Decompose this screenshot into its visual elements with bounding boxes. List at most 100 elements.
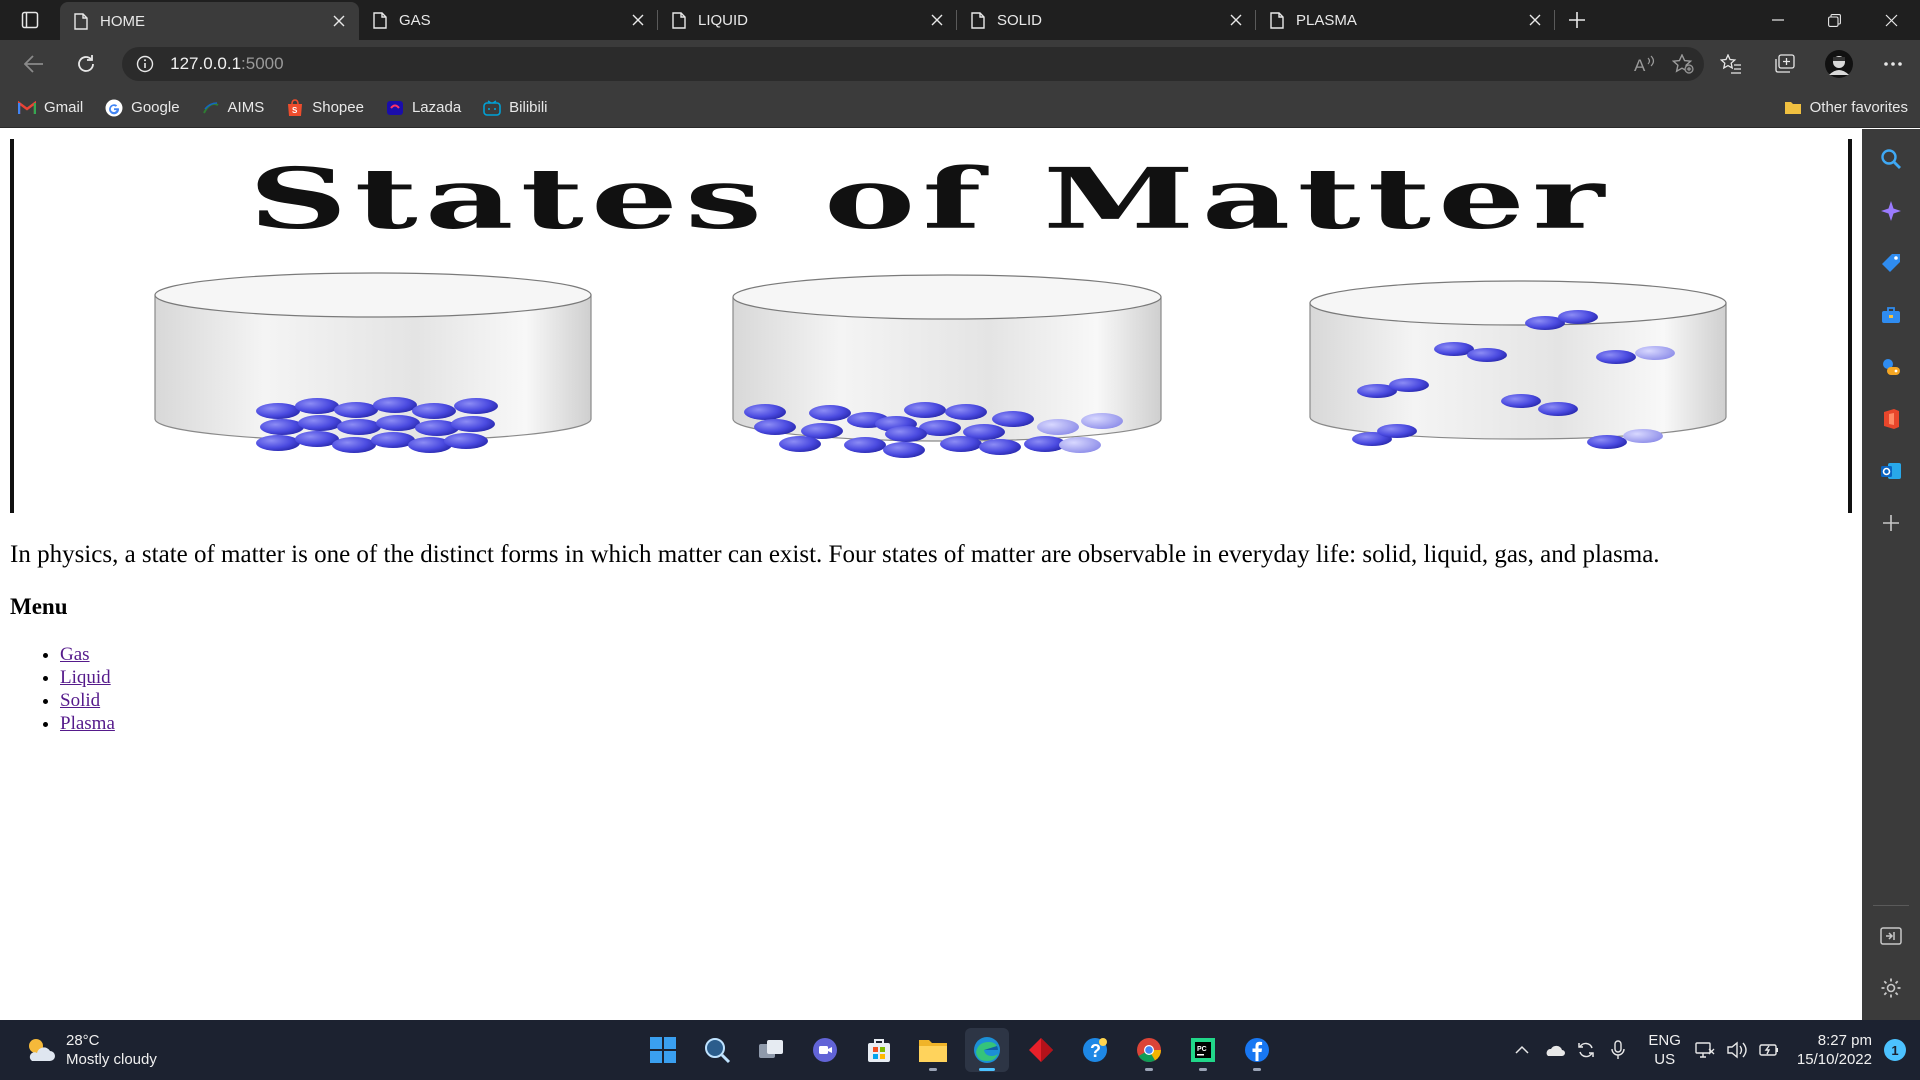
sidebar-search-button[interactable] [1871, 139, 1911, 179]
restore-button[interactable] [1806, 0, 1863, 40]
system-tray: ENG US 8:27 pm 15/10/2022 1 [1508, 1020, 1906, 1080]
battery-button[interactable] [1755, 1036, 1783, 1064]
minimize-icon [1771, 19, 1784, 21]
file-explorer-button[interactable] [911, 1028, 955, 1072]
close-tab-icon[interactable] [931, 14, 943, 26]
sidebar-hide-button[interactable] [1871, 916, 1911, 956]
task-view-button[interactable] [749, 1028, 793, 1072]
new-tab-button[interactable] [1555, 0, 1599, 40]
favorite-label: Google [131, 99, 180, 116]
tab-strip: HOME GAS LIQUID SOLID PLASMA [60, 0, 1555, 40]
folder-icon [1784, 99, 1802, 117]
sidebar-tools-button[interactable] [1871, 295, 1911, 335]
microphone-button[interactable] [1604, 1036, 1632, 1064]
close-tab-icon[interactable] [1230, 14, 1242, 26]
profile-button[interactable] [1812, 44, 1866, 84]
sidebar-office-button[interactable] [1871, 399, 1911, 439]
url-text: 127.0.0.1:5000 [170, 54, 283, 74]
tab-liquid[interactable]: LIQUID [658, 0, 957, 40]
sidebar-discover-button[interactable] [1871, 191, 1911, 231]
chrome-button[interactable] [1127, 1028, 1171, 1072]
collections-button[interactable] [1758, 44, 1812, 84]
teams-chat-button[interactable] [803, 1028, 847, 1072]
shopping-tag-icon [1882, 254, 1900, 272]
refresh-button[interactable] [60, 44, 112, 84]
tab-plasma[interactable]: PLASMA [1256, 0, 1555, 40]
settings-more-button[interactable] [1866, 44, 1920, 84]
add-favorite-icon[interactable] [1672, 54, 1694, 74]
favorites-button[interactable] [1704, 44, 1758, 84]
menu-link-liquid[interactable]: Liquid [60, 667, 111, 688]
favorite-aims[interactable]: AIMS [202, 99, 265, 117]
menu-link-plasma[interactable]: Plasma [60, 713, 115, 734]
edge-browser-button[interactable] [965, 1028, 1009, 1072]
close-tab-icon[interactable] [333, 15, 345, 27]
weather-widget[interactable]: 28°C Mostly cloudy [24, 1031, 157, 1069]
battery-charging-icon [1759, 1044, 1778, 1056]
collections-icon [1775, 54, 1795, 73]
intro-paragraph: In physics, a state of matter is one of … [10, 541, 1660, 568]
tab-home[interactable]: HOME [60, 2, 359, 40]
search-icon [705, 1038, 731, 1064]
tab-actions-button[interactable] [0, 0, 60, 40]
show-hidden-icons-button[interactable] [1508, 1036, 1536, 1064]
info-icon[interactable] [136, 55, 154, 73]
pycharm-button[interactable]: PC [1181, 1028, 1225, 1072]
container-illustrations [154, 272, 1727, 458]
sidebar-games-button[interactable] [1871, 347, 1911, 387]
read-aloud-icon[interactable]: A [1634, 54, 1656, 74]
help-app-button[interactable]: ? [1073, 1028, 1117, 1072]
edge-icon [974, 1037, 1000, 1063]
favorite-google[interactable]: Google [105, 99, 180, 117]
tab-gas[interactable]: GAS [359, 0, 658, 40]
sidebar-settings-button[interactable] [1871, 968, 1911, 1008]
help-icon: ? [1083, 1038, 1107, 1062]
tab-title: HOME [100, 12, 145, 30]
back-button[interactable] [8, 44, 60, 84]
tab-title: PLASMA [1296, 11, 1357, 29]
weather-temperature: 28°C [66, 1032, 100, 1049]
red-diamond-app-icon [1029, 1038, 1053, 1062]
title-bar: HOME GAS LIQUID SOLID PLASMA [0, 0, 1920, 40]
sync-button[interactable] [1572, 1036, 1600, 1064]
microsoft-store-button[interactable] [857, 1028, 901, 1072]
office-icon [1884, 409, 1899, 429]
sync-icon [1578, 1042, 1595, 1058]
network-button[interactable] [1691, 1036, 1719, 1064]
sidebar-outlook-button[interactable] [1871, 451, 1911, 491]
close-tab-icon[interactable] [632, 14, 644, 26]
page-icon [373, 11, 387, 29]
minimize-button[interactable] [1749, 0, 1806, 40]
favorite-label: AIMS [227, 99, 265, 116]
taskbar-apps: ? PC [636, 1020, 1284, 1080]
menu-link-solid[interactable]: Solid [60, 690, 100, 711]
start-button[interactable] [641, 1028, 685, 1072]
app-red-diamond-button[interactable] [1019, 1028, 1063, 1072]
favorite-gmail[interactable]: Gmail [18, 99, 83, 117]
notification-badge[interactable]: 1 [1884, 1039, 1906, 1061]
sidebar-shopping-button[interactable] [1871, 243, 1911, 283]
navigation-toolbar: 127.0.0.1:5000 A [0, 40, 1920, 88]
clock[interactable]: 8:27 pm 15/10/2022 [1797, 1031, 1872, 1069]
facebook-button[interactable] [1235, 1028, 1279, 1072]
favorite-label: Shopee [312, 99, 364, 116]
page-icon [1270, 11, 1284, 29]
tab-solid[interactable]: SOLID [957, 0, 1256, 40]
taskbar-search-button[interactable] [695, 1028, 739, 1072]
close-window-button[interactable] [1863, 0, 1920, 40]
hide-sidebar-icon [1880, 927, 1902, 945]
favorite-shopee[interactable]: S Shopee [286, 98, 364, 117]
address-bar[interactable]: 127.0.0.1:5000 A [122, 47, 1705, 81]
close-tab-icon[interactable] [1529, 14, 1541, 26]
other-favorites-label: Other favorites [1809, 99, 1908, 116]
menu-link-gas[interactable]: Gas [60, 644, 90, 665]
favorite-lazada[interactable]: Lazada [386, 99, 461, 117]
onedrive-button[interactable] [1540, 1036, 1568, 1064]
other-favorites[interactable]: Other favorites [1784, 99, 1908, 117]
volume-button[interactable] [1723, 1036, 1751, 1064]
shopee-icon: S [286, 98, 304, 117]
favorite-bilibili[interactable]: Bilibili [483, 99, 548, 117]
sidebar-add-button[interactable] [1871, 503, 1911, 543]
language-indicator[interactable]: ENG US [1648, 1031, 1681, 1069]
windows-taskbar: 28°C Mostly cloudy ? PC ENG US 8:27 pm 1… [0, 1020, 1920, 1080]
